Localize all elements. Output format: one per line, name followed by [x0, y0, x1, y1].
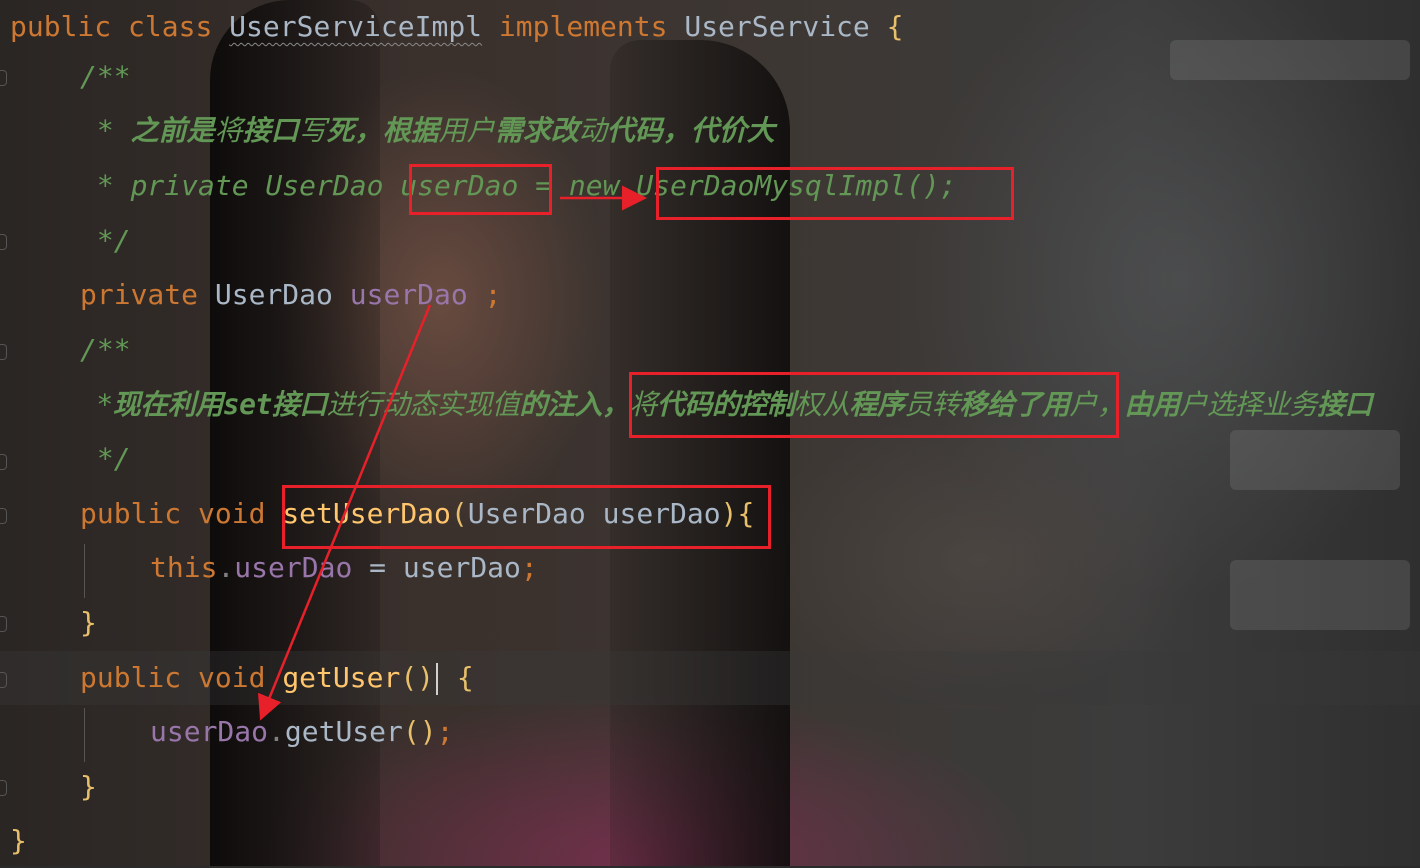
annotation-arrows [257, 185, 647, 721]
annotation-arrow [257, 304, 432, 721]
